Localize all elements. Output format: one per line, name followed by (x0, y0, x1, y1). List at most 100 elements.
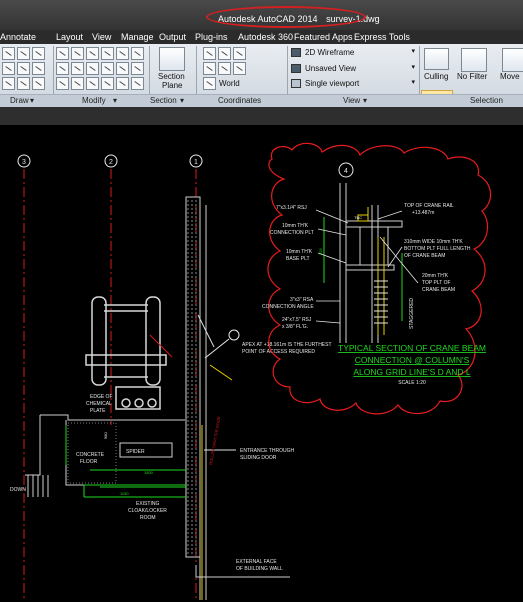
detail-note: 10mm TH'K (286, 249, 313, 255)
erase-icon[interactable] (131, 62, 144, 75)
ucs-x-icon[interactable] (218, 62, 231, 75)
polyline-icon[interactable] (17, 47, 30, 60)
tab-featured-apps[interactable]: Featured Apps (294, 32, 353, 42)
panel-coordinates[interactable]: Coordinates (218, 96, 261, 105)
lengthen-icon[interactable] (131, 77, 144, 90)
section-plane-icon[interactable] (159, 47, 185, 71)
rotate-icon[interactable] (101, 47, 114, 60)
stretch-icon[interactable] (86, 47, 99, 60)
panel-view[interactable]: View (343, 96, 360, 105)
panel-selection[interactable]: Selection (470, 96, 503, 105)
panel-modify[interactable]: Modify (82, 96, 106, 105)
explode-icon[interactable] (116, 62, 129, 75)
apex-note: APEX AT +18.161m IS THE FURTHEST (242, 342, 332, 348)
tab-manage[interactable]: Manage (121, 32, 154, 42)
platform (85, 354, 167, 366)
break-icon[interactable] (86, 77, 99, 90)
join-icon[interactable] (101, 77, 114, 90)
ucs-y-icon[interactable] (233, 62, 246, 75)
ucs-world-dropdown[interactable]: World (219, 79, 240, 88)
visual-style-dropdown[interactable]: 2D Wireframe ▾ (291, 47, 419, 59)
tab-view[interactable]: View (92, 32, 111, 42)
move-gizmo-icon[interactable] (502, 48, 523, 72)
tab-express-tools[interactable]: Express Tools (354, 32, 410, 42)
title-bar: Autodesk AutoCAD 2014 survey-1.dwg (0, 0, 523, 30)
chevron-down-icon[interactable]: ▾ (113, 96, 117, 105)
tab-annotate[interactable]: Annotate (0, 32, 36, 42)
leader (387, 246, 403, 268)
tab-output[interactable]: Output (159, 32, 186, 42)
offset-icon[interactable] (101, 62, 114, 75)
panel-draw[interactable]: Draw (10, 96, 29, 105)
viewport-value: Single viewport (305, 79, 360, 88)
detail-note: OF CRANE BEAM (404, 253, 445, 259)
no-filter-icon[interactable] (461, 48, 487, 72)
wall-hatch (187, 200, 197, 555)
drawing-tabs-strip (0, 107, 523, 125)
cad-drawing: 3 2 1 APEX AT +18.161m IS THE FURTHEST P… (10, 142, 492, 600)
dim-label: 1150 (120, 491, 129, 496)
move-gizmo-label[interactable]: Move (500, 72, 520, 81)
edit-polyline-icon[interactable] (116, 77, 129, 90)
tab-layout[interactable]: Layout (56, 32, 83, 42)
tab-plugins[interactable]: Plug-ins (195, 32, 228, 42)
chevron-down-icon[interactable]: ▾ (180, 96, 184, 105)
ucs-3point-icon[interactable] (203, 62, 216, 75)
arc-icon[interactable] (32, 47, 45, 60)
chevron-down-icon[interactable]: ▾ (30, 96, 34, 105)
saved-view-dropdown[interactable]: Unsaved View ▾ (291, 63, 419, 75)
panel-section[interactable]: Section (150, 96, 177, 105)
apex-note: POINT OF ACCESS REQUIRED (242, 349, 315, 355)
array-icon[interactable] (86, 62, 99, 75)
ribbon-tab-bar: Annotate Layout View Manage Output Plug-… (0, 30, 523, 44)
section-plane-label-1[interactable]: Section (158, 72, 185, 81)
drawing-canvas[interactable]: 3 2 1 APEX AT +18.161m IS THE FURTHEST P… (0, 125, 523, 600)
detail-note: CONNECTION PLT (270, 230, 314, 236)
rectangle-icon[interactable] (32, 62, 45, 75)
ucs-icon[interactable] (203, 47, 216, 60)
stairs (27, 475, 49, 497)
leader (377, 210, 403, 220)
circle-icon[interactable] (2, 62, 15, 75)
trim-icon[interactable] (131, 47, 144, 60)
valve (121, 398, 131, 408)
line-icon[interactable] (2, 47, 15, 60)
chevron-down-icon[interactable]: ▾ (363, 96, 367, 105)
viewport-dropdown[interactable]: Single viewport ▾ (291, 78, 419, 90)
spline-icon[interactable] (17, 77, 30, 90)
culling-label: Culling (424, 72, 449, 81)
chamfer-icon[interactable] (71, 77, 84, 90)
mirror-icon[interactable] (116, 47, 129, 60)
point-icon[interactable] (32, 77, 45, 90)
section-plane-label-2[interactable]: Plane (162, 81, 182, 90)
valve (147, 398, 157, 408)
equipment (85, 296, 167, 410)
ellipse-icon[interactable] (17, 62, 30, 75)
diagonal-note: ROLLER SHUTTER DOOR (208, 416, 221, 465)
move-icon[interactable] (56, 47, 69, 60)
visual-style-icon (291, 48, 301, 57)
no-filter-label[interactable]: No Filter (457, 72, 487, 81)
hatch-icon[interactable] (2, 77, 15, 90)
leader (315, 209, 349, 224)
detail-note: +13.487m (412, 210, 434, 216)
copy-icon[interactable] (71, 47, 84, 60)
dim-label: 980 (103, 432, 108, 439)
tab-autodesk-360[interactable]: Autodesk 360 (238, 32, 293, 42)
extend-icon[interactable] (56, 77, 69, 90)
room-outline (25, 414, 185, 486)
fillet-icon[interactable] (56, 62, 69, 75)
bolts (357, 207, 385, 335)
crane-beam-section (339, 183, 403, 343)
viewport-icon (291, 79, 301, 88)
ucs-view-icon[interactable] (233, 47, 246, 60)
concrete-note: CONCRETE (76, 452, 105, 458)
grid-label: 2 (109, 159, 113, 166)
scale-icon[interactable] (71, 62, 84, 75)
named-view-icon (291, 64, 301, 73)
detail-scale: SCALE 1:20 (398, 380, 426, 386)
tank-left (91, 296, 107, 386)
detail-note: CRANE BEAM (422, 287, 455, 293)
ucs-origin-icon[interactable] (218, 47, 231, 60)
spider-label: SPIDER (126, 449, 145, 455)
